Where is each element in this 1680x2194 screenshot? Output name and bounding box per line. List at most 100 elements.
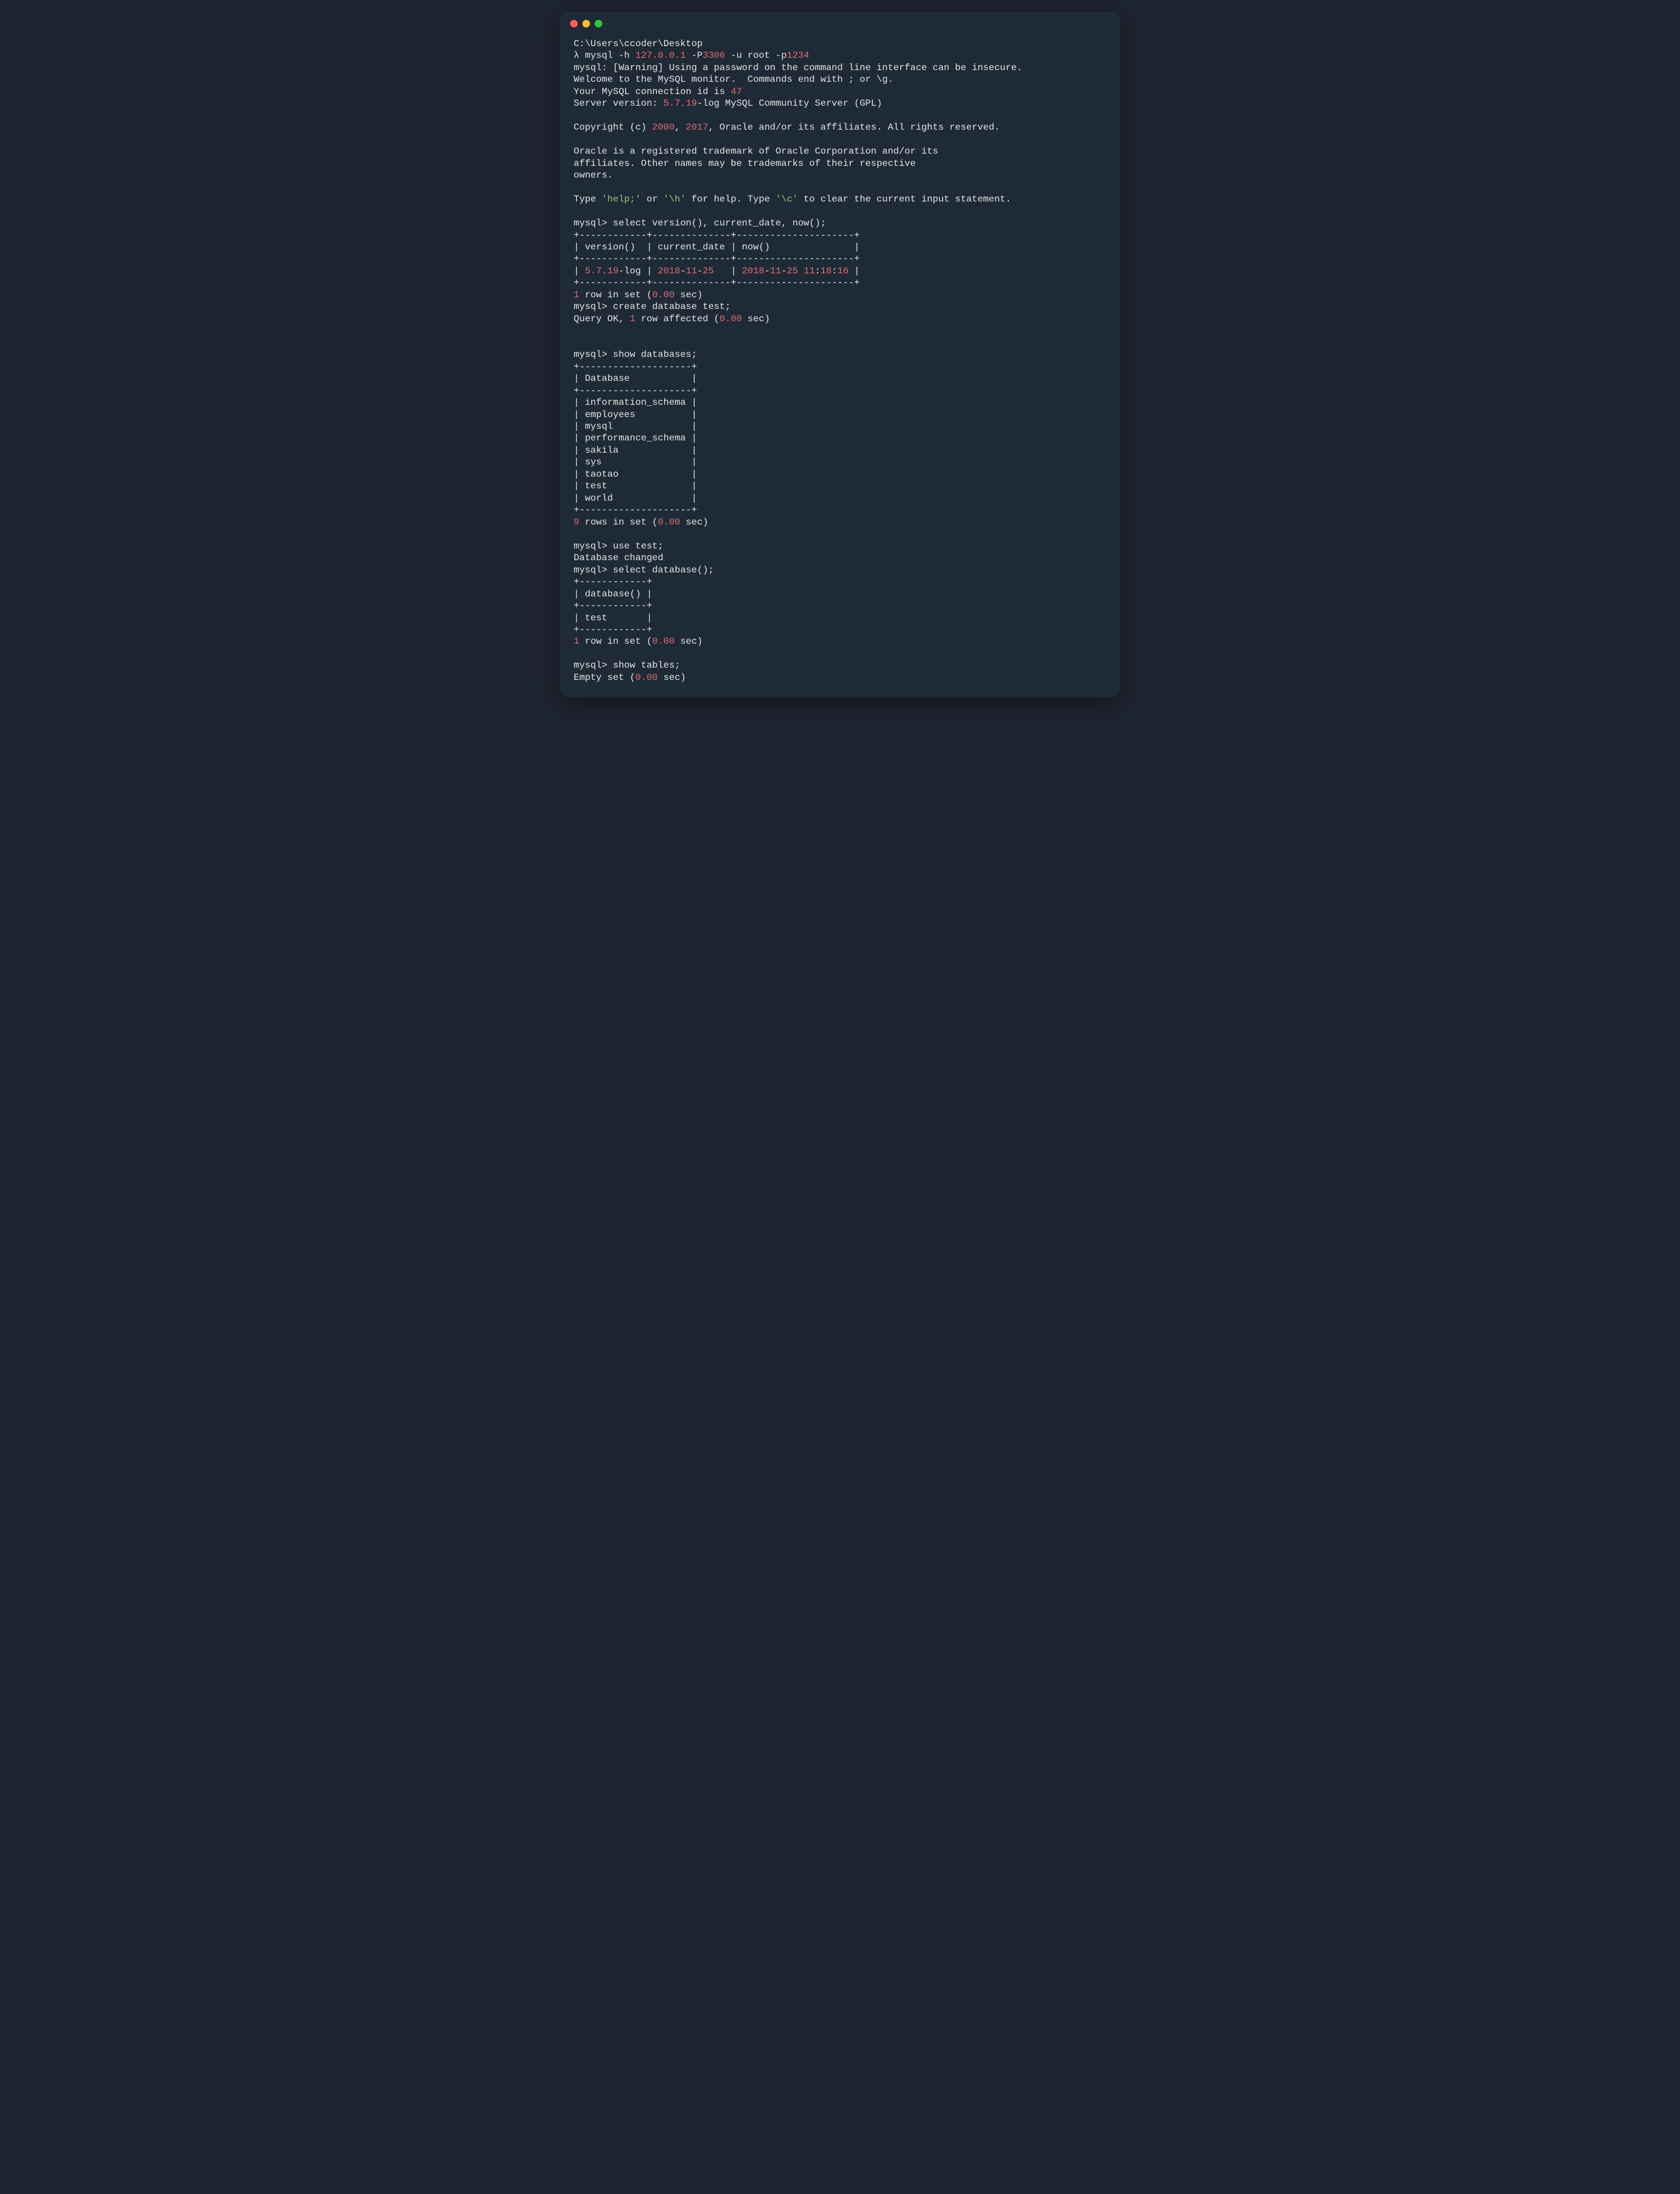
r1-sec: 0.00 <box>652 290 674 300</box>
cmd-h-flag: -h <box>613 50 635 61</box>
t3-border2: +--------------------+ <box>574 386 697 396</box>
t3-r3: | mysql | <box>574 421 697 432</box>
t1-colon1: : <box>815 266 821 276</box>
t3-r1: | information_schema | <box>574 397 697 408</box>
q2-res-mid: row affected ( <box>636 314 720 324</box>
type-h: '\h' <box>664 194 686 204</box>
close-icon[interactable] <box>570 20 578 27</box>
oracle-l3: owners. <box>574 170 613 180</box>
t1-ver: 5.7.19 <box>585 266 619 276</box>
query-use-test: use test; <box>613 541 663 551</box>
titlebar <box>560 12 1120 33</box>
q6-res-close: sec) <box>658 672 686 683</box>
t1-date-y: 2018 <box>658 266 680 276</box>
query-select-version: select version(), current_date, now(); <box>613 218 826 228</box>
t3-border3: +--------------------+ <box>574 505 697 515</box>
q6-res-pre: Empty set ( <box>574 672 636 683</box>
copyright-pre: Copyright (c) <box>574 122 652 133</box>
t1-ver-suffix: -log | <box>619 266 658 276</box>
copyright-y1: 2000 <box>652 122 674 133</box>
t3-header: | Database | <box>574 373 697 384</box>
type-post: to clear the current input statement. <box>798 194 1011 204</box>
r5-text: row in set ( <box>579 636 652 647</box>
t3-r2: | employees | <box>574 409 697 420</box>
terminal-output[interactable]: C:\Users\ccoder\Desktop λ mysql -h 127.0… <box>560 33 1120 697</box>
copyright-y2: 2017 <box>686 122 708 133</box>
t3-r8: | test | <box>574 481 697 491</box>
copyright-comma: , <box>675 122 686 133</box>
warning-line: mysql: [Warning] Using a password on the… <box>574 63 1022 73</box>
r1-text: row in set ( <box>579 290 652 300</box>
t1-dash1: - <box>680 266 686 276</box>
r3-close: sec) <box>680 517 708 527</box>
t1-border3: +------------+--------------+-----------… <box>574 277 860 288</box>
t1-dash4: - <box>781 266 787 276</box>
srv-ver: 5.7.19 <box>664 98 697 109</box>
t1-now-h: 11 <box>804 266 815 276</box>
query-show-tables: show tables; <box>613 660 680 671</box>
t3-r7: | taotao | <box>574 469 697 480</box>
t3-r6: | sys | <box>574 457 697 467</box>
t5-border: +------------+ <box>574 577 652 587</box>
t1-border: +------------+--------------+-----------… <box>574 230 860 241</box>
maximize-icon[interactable] <box>595 20 602 27</box>
t1-colon2: : <box>832 266 838 276</box>
conn-pre: Your MySQL connection id is <box>574 86 731 97</box>
type-pre: Type <box>574 194 602 204</box>
t1-now-y: 2018 <box>742 266 764 276</box>
t1-now-m: 11 <box>770 266 781 276</box>
r5-num: 1 <box>574 636 579 647</box>
query-create-db: create database test; <box>613 301 731 312</box>
t1-header: | version() | current_date | now() | <box>574 242 860 252</box>
q4-res: Database changed <box>574 553 664 563</box>
q2-res-sec: 0.00 <box>720 314 742 324</box>
mysql-prompt6: mysql> <box>574 660 613 671</box>
t5-border2: +------------+ <box>574 600 652 611</box>
t3-r9: | world | <box>574 493 697 504</box>
r5-close: sec) <box>675 636 703 647</box>
r1-num: 1 <box>574 290 579 300</box>
srv-pre: Server version: <box>574 98 664 109</box>
minimize-icon[interactable] <box>582 20 590 27</box>
t3-border: +--------------------+ <box>574 362 697 372</box>
type-help: 'help;' <box>602 194 641 204</box>
t1-date-pad: | <box>714 266 742 276</box>
t1-now-pad: | <box>849 266 860 276</box>
q2-res-pre: Query OK, <box>574 314 630 324</box>
t1-dash3: - <box>764 266 770 276</box>
cmd-pw: 1234 <box>787 50 809 61</box>
q6-res-sec: 0.00 <box>636 672 658 683</box>
cmd-P-pre: -P <box>686 50 703 61</box>
srv-suffix: -log MySQL Community Server (GPL) <box>697 98 882 109</box>
t1-now-mi: 18 <box>821 266 832 276</box>
t5-header: | database() | <box>574 589 652 599</box>
mysql-prompt4: mysql> <box>574 541 613 551</box>
mysql-prompt5: mysql> <box>574 565 613 575</box>
type-or: or <box>641 194 663 204</box>
prompt-lambda: λ <box>574 50 585 61</box>
q2-res-one: 1 <box>630 314 636 324</box>
t1-sp <box>798 266 804 276</box>
t1-date-d: 25 <box>703 266 714 276</box>
oracle-l2: affiliates. Other names may be trademark… <box>574 158 916 169</box>
type-c: '\c' <box>776 194 798 204</box>
conn-id: 47 <box>731 86 742 97</box>
r3-sec: 0.00 <box>658 517 680 527</box>
terminal-window: C:\Users\ccoder\Desktop λ mysql -h 127.0… <box>560 12 1120 697</box>
r3-text: rows in set ( <box>579 517 658 527</box>
query-show-db: show databases; <box>613 349 697 360</box>
r5-sec: 0.00 <box>652 636 674 647</box>
t1-now-d: 25 <box>787 266 798 276</box>
welcome-line: Welcome to the MySQL monitor. Commands e… <box>574 74 893 85</box>
cmd-rest: -u root -p <box>725 50 787 61</box>
oracle-l1: Oracle is a registered trademark of Orac… <box>574 146 938 157</box>
q2-res-close: sec) <box>742 314 770 324</box>
t3-r5: | sakila | <box>574 445 697 456</box>
prompt-path: C:\Users\ccoder\Desktop <box>574 39 703 49</box>
mysql-prompt: mysql> <box>574 218 613 228</box>
t1-date-m: 11 <box>686 266 697 276</box>
mysql-prompt3: mysql> <box>574 349 613 360</box>
cmd-mysql: mysql <box>585 50 613 61</box>
cmd-host: 127.0.0.1 <box>636 50 686 61</box>
query-select-db: select database(); <box>613 565 714 575</box>
